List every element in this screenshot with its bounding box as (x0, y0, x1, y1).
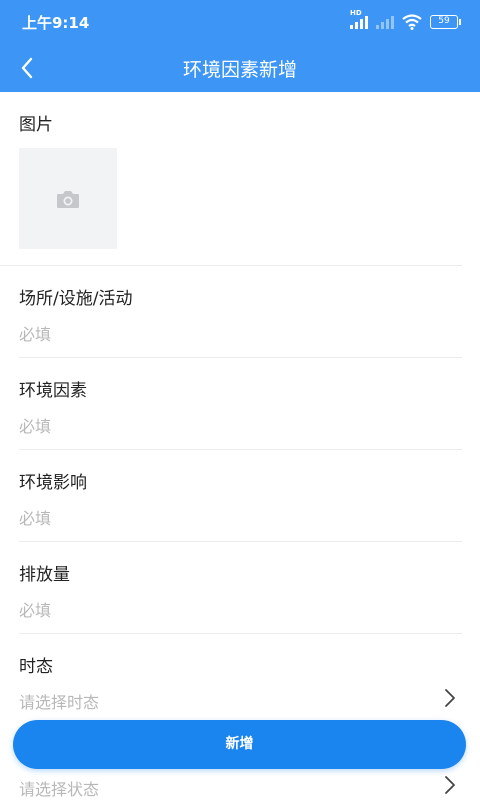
battery-level: 59 (438, 16, 450, 26)
field-emission[interactable]: 排放量 必填 (19, 542, 462, 634)
field-label: 排放量 (19, 565, 70, 585)
wifi-icon (402, 14, 422, 30)
field-tense[interactable]: 时态 请选择时态 (19, 634, 462, 726)
page-title: 环境因素新增 (182, 59, 297, 81)
chevron-right-icon[interactable] (444, 775, 456, 795)
submit-add-button[interactable]: 新增 (13, 720, 466, 769)
battery-icon: 59 (430, 15, 461, 29)
signal-icon: HD (350, 9, 368, 29)
navigation-bar: 环境因素新增 (0, 44, 480, 92)
location-input[interactable]: 必填 (19, 321, 51, 345)
field-status[interactable]: 请选择状态 (19, 770, 462, 800)
status-bar: 上午9:14 HD 59 (0, 0, 480, 44)
field-environmental-impact[interactable]: 环境影响 必填 (19, 450, 462, 542)
field-environmental-factor[interactable]: 环境因素 必填 (19, 358, 462, 450)
signal-icon-secondary (376, 15, 394, 29)
form-content: 图片 场所/设施/活动 必填 环境因素 必填 环境影响 必填 排放量 必填 时态… (0, 92, 480, 726)
environmental-factor-input[interactable]: 必填 (19, 413, 51, 437)
field-label: 场所/设施/活动 (19, 289, 133, 309)
status-icons: HD 59 (350, 9, 461, 32)
tense-select[interactable]: 请选择时态 (19, 689, 99, 713)
camera-icon (57, 190, 79, 208)
field-label: 环境影响 (19, 473, 87, 493)
field-location[interactable]: 场所/设施/活动 必填 (19, 266, 462, 358)
picture-label: 图片 (19, 115, 53, 135)
status-time: 上午9:14 (22, 14, 90, 32)
picture-upload-box[interactable] (19, 148, 117, 249)
field-label: 时态 (19, 657, 53, 677)
emission-input[interactable]: 必填 (19, 597, 51, 621)
chevron-right-icon[interactable] (444, 688, 456, 708)
field-label: 环境因素 (19, 381, 87, 401)
environmental-impact-input[interactable]: 必填 (19, 505, 51, 529)
picture-section: 图片 (0, 92, 462, 266)
hd-label: HD (350, 9, 362, 17)
status-select[interactable]: 请选择状态 (19, 776, 99, 800)
